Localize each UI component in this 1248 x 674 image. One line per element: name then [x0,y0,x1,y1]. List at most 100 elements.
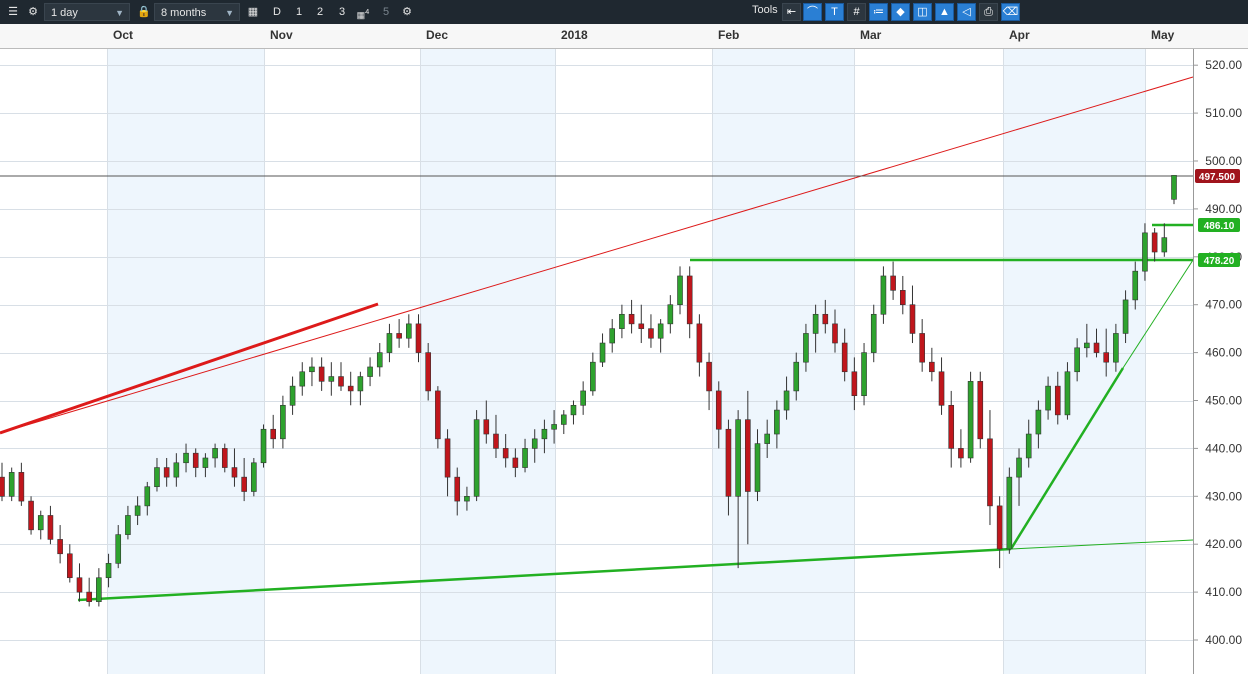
lock-icon[interactable]: 🔒 [135,3,153,21]
candle-body [822,313,829,325]
candle-body [144,486,151,507]
candle-body [1064,371,1071,416]
candle-body [134,505,141,516]
candle-body [793,361,800,392]
period-button-5[interactable]: 5 [377,3,395,21]
candle [560,410,567,435]
candle [96,568,102,607]
candle [328,362,335,396]
print-icon[interactable]: ⎙ [979,3,998,21]
candle-body [454,476,461,502]
calendar-icon[interactable]: ▦ [244,3,262,21]
period-button-1[interactable]: 1 [290,3,308,21]
price-label: 410.00 [1205,585,1242,599]
interval-select[interactable]: 1 day ▼ [44,3,130,21]
month-label: Mar [860,28,882,42]
candle-body [958,448,964,459]
candle-body [406,323,412,339]
candle [435,386,441,449]
candle-body [154,467,160,488]
period-button-d[interactable]: D [268,3,286,21]
candle [696,314,703,377]
month-shade [712,49,854,674]
candle [299,362,306,396]
candle [880,266,887,324]
price-label: 400.00 [1205,633,1242,647]
candle-body [37,515,44,531]
candle-body [1035,409,1042,435]
price-tag-current-text: 497.500 [1199,172,1236,183]
channel-tool-icon[interactable]: ◫ [913,3,932,21]
fibonacci-tool-icon[interactable]: ≔ [869,3,888,21]
candle-body [8,472,15,497]
grid-tool-icon[interactable]: # [847,3,866,21]
candle-body [483,419,490,435]
interval-value: 1 day [51,7,78,19]
marker-tool-icon[interactable]: ◆ [891,3,910,21]
candle-body [1006,476,1013,550]
back-arrow-icon[interactable]: ⇤ [782,3,801,21]
eraser-tool-icon[interactable]: ⌫ [1001,3,1020,21]
candle-body [1122,299,1129,334]
range-select[interactable]: 8 months ▼ [154,3,240,21]
candle-body [696,323,703,363]
candle-body [1142,232,1148,272]
candle [251,457,257,497]
candle-body [599,342,606,363]
trend-line-tool-icon[interactable]: ⌒ [803,3,822,21]
candle-body [551,424,557,430]
candle [37,510,44,540]
settings-icon[interactable]: ⚙ [398,3,416,21]
candle-body [367,366,373,377]
gear-icon[interactable]: ⚙ [24,3,42,21]
candle [18,462,25,506]
candle [861,343,867,406]
candle [376,343,383,377]
candle [909,285,916,344]
price-label: 520.00 [1205,58,1242,72]
period-button-4[interactable]: ▦4 [354,3,372,21]
candle-body [628,313,635,325]
candle [580,381,586,415]
price-tag-486-text: 486.10 [1204,221,1235,232]
candle-body [725,428,732,497]
shape-tool-icon[interactable]: ◁ [957,3,976,21]
candle [938,357,945,415]
candle [357,371,364,406]
price-tag-current: 497.500 [1195,169,1240,183]
candle-body [745,419,751,492]
price-chart[interactable]: Oct Nov Dec 2018 Feb Mar Apr May 400.00 410.00 42… [0,24,1248,674]
candle [667,295,674,334]
candle-body [328,376,335,382]
price-axis [1193,49,1248,674]
pitchfork-tool-icon[interactable]: ▲ [935,3,954,21]
candle-body [192,452,199,468]
candle-body [774,409,780,435]
candle-body [202,457,209,468]
candle [977,371,984,449]
candle-body [338,376,344,387]
candle [280,395,286,449]
candle-body [1093,342,1100,353]
candle-body [754,443,761,492]
candle-body [580,390,586,406]
month-label: 2018 [561,28,588,42]
candle-body [28,500,34,531]
candle [473,410,480,502]
candle-body [667,304,674,325]
price-tag-478-text: 478.20 [1204,256,1235,267]
candle-body [657,323,664,339]
period-button-3[interactable]: 3 [333,3,351,21]
text-tool-icon[interactable]: T [825,3,844,21]
candle-body [125,515,131,535]
period-button-2[interactable]: 2 [311,3,329,21]
candle-body [1084,342,1090,349]
candle-body [996,505,1003,550]
candle [686,266,693,339]
price-label: 440.00 [1205,441,1242,455]
candle-body [609,328,616,344]
candle [318,357,325,391]
menu-icon[interactable]: ☰ [4,3,22,21]
chevron-down-icon: ▼ [225,8,234,18]
candle-body [1151,232,1158,253]
